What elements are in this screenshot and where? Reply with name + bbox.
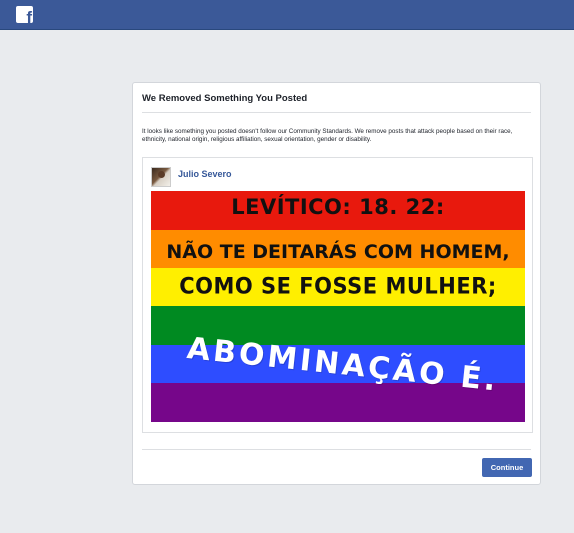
post-image: LEVÍTICO: 18. 22: NÃO TE DEITARÁS COM HO…: [151, 191, 525, 422]
dialog-message: It looks like something you posted doesn…: [142, 128, 513, 144]
facebook-logo-letter: f: [26, 8, 32, 27]
dialog-title-divider: [142, 112, 531, 113]
image-text-line2: NÃO TE DEITARÁS COM HOMEM,: [166, 241, 510, 263]
dialog-footer-divider: [142, 449, 531, 450]
continue-button[interactable]: Continue: [482, 458, 532, 477]
author-avatar[interactable]: [151, 167, 171, 187]
image-text-leviticus: LEVÍTICO: 18. 22:: [231, 195, 445, 219]
top-navigation-bar: f: [0, 0, 574, 30]
author-name-link[interactable]: Julio Severo: [178, 169, 232, 179]
facebook-logo-icon[interactable]: f: [16, 6, 33, 27]
removed-post-card: Julio Severo LEVÍTICO: 18. 22: NÃO TE DE…: [142, 157, 533, 433]
image-text-line3: COMO SE FOSSE MULHER;: [179, 273, 497, 299]
dialog-title: We Removed Something You Posted: [142, 93, 308, 104]
removed-post-dialog: We Removed Something You Posted It looks…: [132, 82, 541, 485]
